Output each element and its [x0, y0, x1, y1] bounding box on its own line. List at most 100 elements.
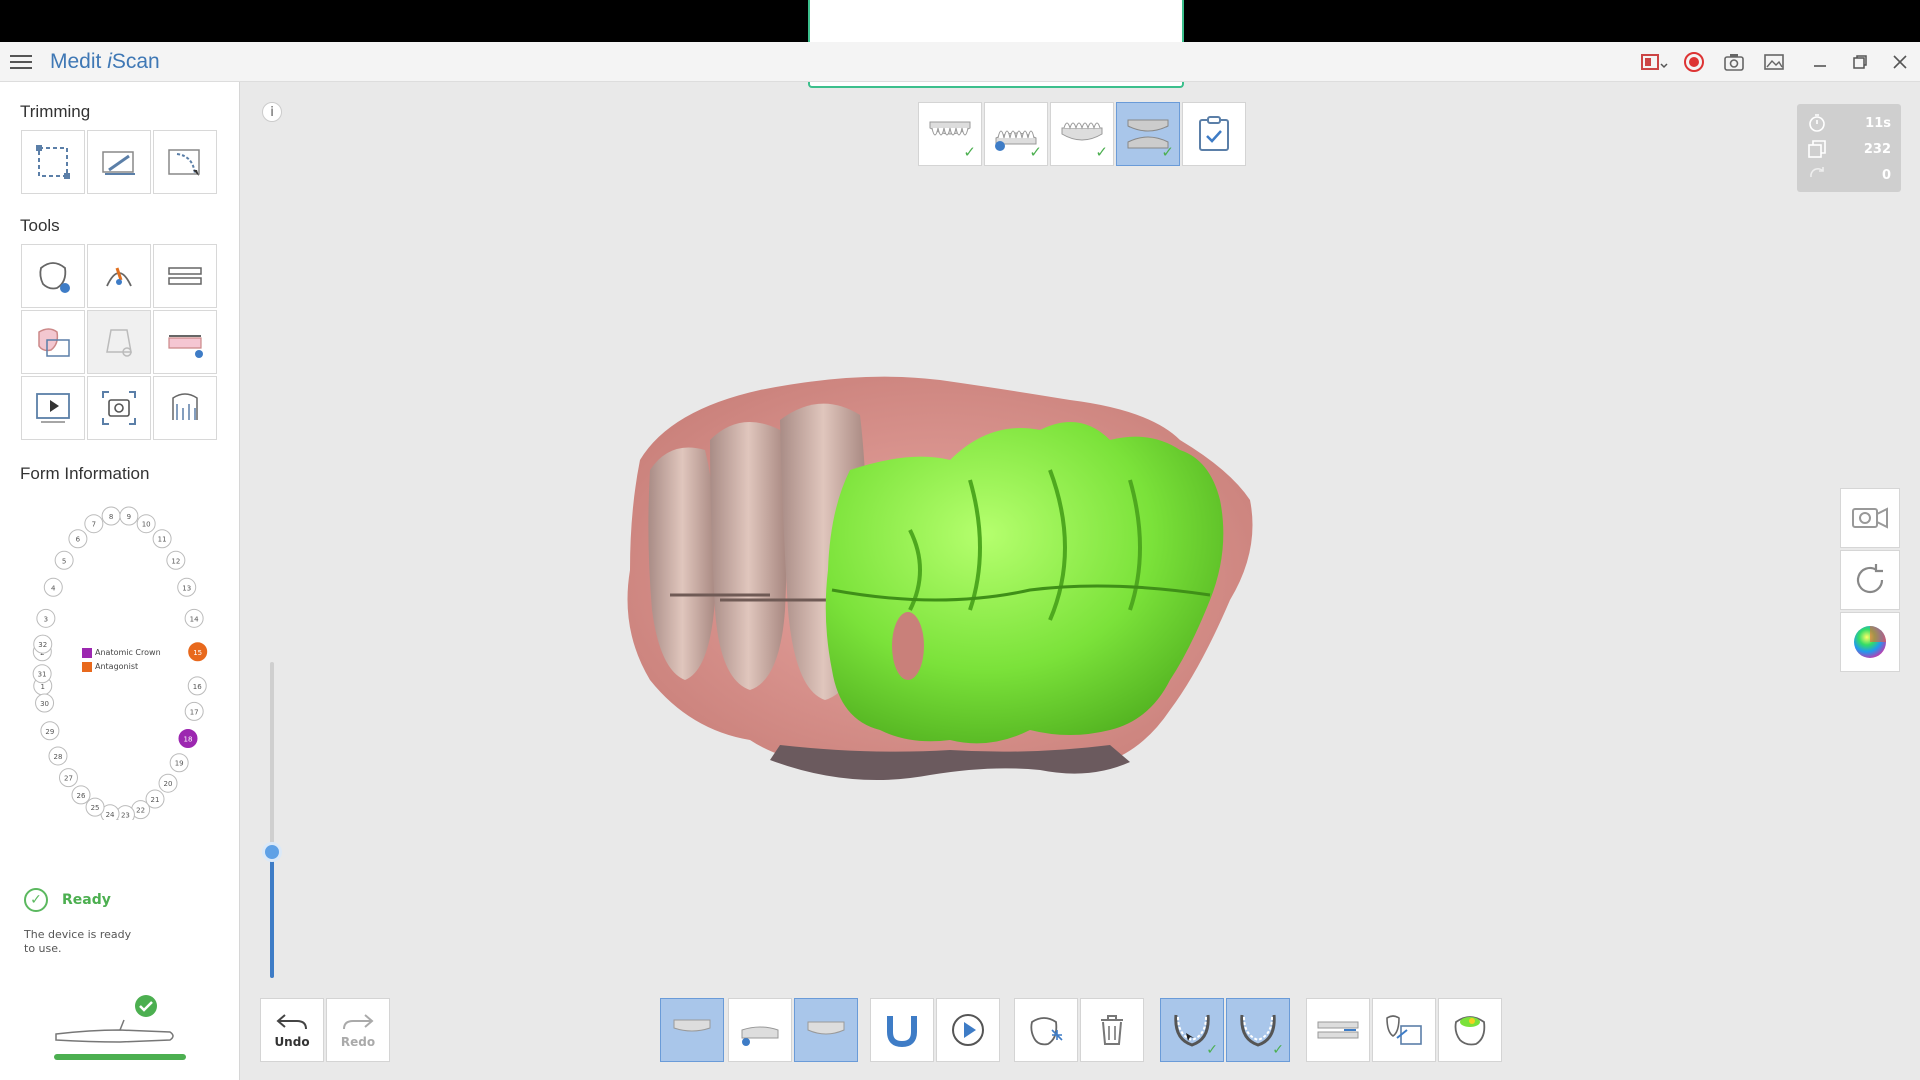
scanner-connection-bar — [54, 1054, 186, 1060]
measure-button[interactable] — [153, 376, 217, 440]
tooth-27[interactable]: 27 — [58, 768, 78, 788]
delete-button[interactable] — [1080, 998, 1144, 1062]
tooth-15[interactable]: 15 — [188, 642, 208, 662]
clipboard-check-icon — [1199, 116, 1229, 151]
gum-view-button[interactable] — [153, 310, 217, 374]
screenshot-icon[interactable] — [1722, 50, 1746, 74]
tooth-8[interactable]: 8 — [101, 506, 121, 526]
show-upper-button[interactable] — [660, 998, 724, 1062]
lasso-trim-icon — [168, 149, 200, 176]
stage-review-button[interactable] — [1182, 102, 1246, 166]
tooth-number: 14 — [190, 615, 199, 623]
tooth-30[interactable]: 30 — [35, 693, 55, 713]
tooth-7[interactable]: 7 — [84, 514, 104, 534]
stage-prep-button[interactable]: ✓ — [1050, 102, 1114, 166]
color-paint-button[interactable] — [87, 244, 151, 308]
abutment-button[interactable] — [87, 310, 151, 374]
tooth-map-icon — [1454, 1016, 1486, 1046]
undo-icon — [276, 1014, 307, 1030]
tooth-number: 16 — [193, 683, 202, 691]
lock-scan-button[interactable] — [21, 244, 85, 308]
redo-button[interactable]: Redo — [326, 998, 390, 1062]
tooth-18[interactable]: 18 — [178, 728, 198, 748]
color-wheel-icon — [1854, 626, 1886, 658]
tooth-number: 6 — [76, 536, 81, 544]
legend-item-antagonist: Antagonist — [82, 660, 161, 674]
tooth-16[interactable]: 16 — [187, 676, 207, 696]
info-icon[interactable]: i — [262, 102, 282, 122]
tooth-26[interactable]: 26 — [71, 785, 91, 805]
legend-swatch — [82, 661, 92, 672]
tooth-number: 9 — [127, 513, 131, 521]
show-lower-button[interactable] — [728, 998, 792, 1062]
bite-icon — [1317, 1021, 1359, 1039]
tooth-25[interactable]: 25 — [85, 797, 105, 817]
gallery-icon[interactable] — [1762, 50, 1786, 74]
reset-view-button[interactable] — [1840, 550, 1900, 610]
stage-occlusion-button[interactable]: ✓ — [1116, 102, 1180, 166]
tooth-31[interactable]: 31 — [32, 664, 52, 684]
play-button[interactable] — [936, 998, 1000, 1062]
video-camera-button[interactable] — [1840, 488, 1900, 548]
check-icon: ✓ — [1272, 1042, 1284, 1058]
screen-layout-icon[interactable] — [1638, 50, 1670, 74]
tooth-3[interactable]: 3 — [36, 608, 56, 628]
layer-view-button[interactable] — [21, 310, 85, 374]
restore-icon[interactable] — [1848, 50, 1872, 74]
split-view-button[interactable] — [1372, 998, 1436, 1062]
occlusion-map-button[interactable] — [1438, 998, 1502, 1062]
paint-brush-icon — [106, 267, 132, 287]
menu-icon[interactable] — [10, 51, 32, 73]
tooth-20[interactable]: 20 — [158, 773, 178, 793]
ruler-tooth-icon — [172, 393, 198, 420]
tooth-13[interactable]: 13 — [177, 577, 197, 597]
bite-view-button[interactable] — [1306, 998, 1370, 1062]
status-description: The device is ready to use. — [24, 928, 132, 955]
undo-button[interactable]: Undo — [260, 998, 324, 1062]
tooth-17[interactable]: 17 — [184, 701, 204, 721]
close-icon[interactable] — [1888, 50, 1912, 74]
trim-brush-button[interactable] — [87, 130, 151, 194]
tooth-14[interactable]: 14 — [184, 608, 204, 628]
tooth-12[interactable]: 12 — [166, 550, 186, 570]
trim-box-select-button[interactable] — [21, 130, 85, 194]
tooth-10[interactable]: 10 — [136, 514, 156, 534]
tooth-4[interactable]: 4 — [43, 577, 63, 597]
tooth-5[interactable]: 5 — [54, 550, 74, 570]
tooth-number: 20 — [164, 780, 173, 788]
tooth-number: 31 — [38, 671, 47, 679]
color-map-button[interactable] — [1840, 612, 1900, 672]
arch-button[interactable] — [870, 998, 934, 1062]
filter-slider-knob[interactable] — [262, 842, 282, 862]
stage-mandible-button[interactable]: ✓ — [984, 102, 1048, 166]
playback-button[interactable] — [21, 376, 85, 440]
app-title: Medit iScan — [50, 50, 160, 73]
legend-swatch — [82, 647, 92, 658]
trim-lasso-button[interactable] — [153, 130, 217, 194]
tooth-sparkle-icon — [1030, 1017, 1063, 1046]
align-occlusion-left-button[interactable]: ✓ — [1160, 998, 1224, 1062]
tooth-19[interactable]: 19 — [169, 753, 189, 773]
tooth-11[interactable]: 11 — [152, 529, 172, 549]
minimize-icon[interactable] — [1808, 50, 1832, 74]
show-both-button[interactable] — [794, 998, 858, 1062]
jaw-icon — [168, 267, 202, 285]
ai-clean-button[interactable] — [1014, 998, 1078, 1062]
rotate-icon — [1856, 564, 1884, 594]
arch-view-button[interactable] — [153, 244, 217, 308]
tools-title: Tools — [20, 216, 60, 235]
title-bar: Medit iScan — [0, 42, 1920, 82]
tooth-28[interactable]: 28 — [48, 746, 68, 766]
align-occlusion-right-button[interactable]: ✓ — [1226, 998, 1290, 1062]
stage-maxilla-button[interactable]: ✓ — [918, 102, 982, 166]
redo-icon — [343, 1014, 374, 1030]
tooth-9[interactable]: 9 — [119, 506, 139, 526]
tooth-number: 30 — [40, 700, 49, 708]
tooth-32[interactable]: 32 — [33, 634, 53, 654]
scan-model-viewport[interactable] — [610, 350, 1290, 790]
tooth-number: 5 — [62, 557, 66, 565]
tooth-6[interactable]: 6 — [68, 529, 88, 549]
tooth-29[interactable]: 29 — [40, 721, 60, 741]
record-icon[interactable] — [1682, 50, 1706, 74]
capture-button[interactable] — [87, 376, 151, 440]
